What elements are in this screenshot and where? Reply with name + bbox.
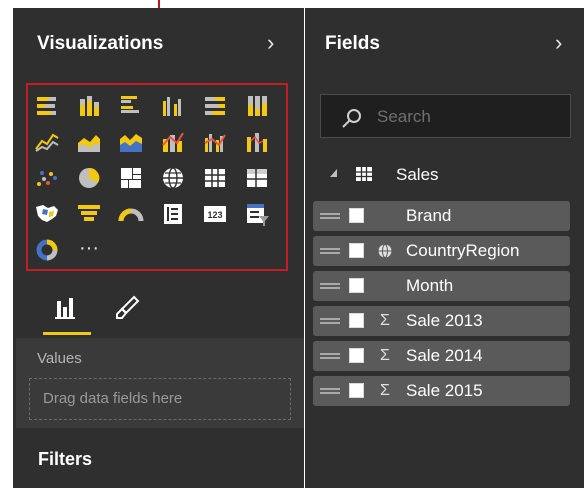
scatter-chart-icon[interactable]	[34, 165, 60, 191]
table-icon[interactable]	[202, 165, 228, 191]
drag-handle-icon[interactable]	[320, 388, 340, 394]
field-label: Brand	[406, 206, 452, 225]
sigma-icon: Σ	[380, 347, 390, 364]
field-item-sale-2013[interactable]: Σ Sale 2013	[313, 306, 570, 336]
100-stacked-column-chart-icon[interactable]	[244, 93, 270, 119]
chevron-right-icon[interactable]: ›	[555, 30, 562, 56]
values-label: Values	[37, 350, 82, 367]
field-item-sale-2015[interactable]: Σ Sale 2015	[313, 376, 570, 406]
field-item-sale-2014[interactable]: Σ Sale 2014	[313, 341, 570, 371]
field-label: Sale 2015	[406, 381, 483, 400]
table-icon	[356, 167, 372, 181]
drag-handle-icon[interactable]	[320, 318, 340, 324]
more-visuals-icon[interactable]: ···	[76, 237, 102, 263]
field-checkbox[interactable]	[349, 313, 364, 328]
field-checkbox[interactable]	[349, 243, 364, 258]
visualizations-pane: Visualizations › 123 ··· Values Drag dat…	[13, 8, 304, 488]
donut-chart-icon[interactable]	[34, 237, 60, 263]
drag-handle-icon[interactable]	[320, 248, 340, 254]
field-label: Month	[406, 276, 454, 295]
field-checkbox[interactable]	[349, 278, 364, 293]
values-dropzone[interactable]: Drag data fields here	[29, 378, 291, 420]
active-tab-indicator	[43, 332, 91, 335]
stacked-area-chart-icon[interactable]	[118, 129, 144, 155]
paintbrush-icon	[116, 295, 140, 319]
visualizations-title: Visualizations	[37, 33, 164, 54]
clustered-bar-chart-icon[interactable]	[118, 93, 144, 119]
visualization-gallery: 123 ···	[26, 83, 288, 271]
line-chart-icon[interactable]	[34, 129, 60, 155]
clustered-column-chart-icon[interactable]	[160, 93, 186, 119]
field-item-brand[interactable]: Brand	[313, 201, 570, 231]
visualizations-header: Visualizations ›	[13, 8, 304, 80]
drag-handle-icon[interactable]	[320, 353, 340, 359]
field-checkbox[interactable]	[349, 383, 364, 398]
fields-pane: Fields › Search Sales Brand CountryRegio…	[305, 8, 584, 488]
table-node-sales[interactable]: Sales	[329, 160, 569, 190]
field-checkbox[interactable]	[349, 208, 364, 223]
filled-map-icon[interactable]	[34, 201, 60, 227]
field-checkbox[interactable]	[349, 348, 364, 363]
line-and-stacked-column-chart-icon[interactable]	[160, 129, 186, 155]
dropzone-text: Drag data fields here	[43, 390, 183, 407]
filters-section[interactable]: Filters	[16, 434, 304, 488]
stacked-column-chart-icon[interactable]	[76, 93, 102, 119]
search-icon	[342, 109, 361, 128]
card-icon[interactable]: 123	[202, 201, 228, 227]
100-stacked-bar-chart-icon[interactable]	[202, 93, 228, 119]
format-tab[interactable]	[108, 289, 148, 329]
slicer-icon[interactable]	[244, 201, 270, 227]
matrix-icon[interactable]	[244, 165, 270, 191]
card-icon-text: 123	[207, 210, 222, 220]
sigma-icon: Σ	[380, 382, 390, 399]
field-item-month[interactable]: Month	[313, 271, 570, 301]
gauge-icon[interactable]	[118, 201, 144, 227]
treemap-icon[interactable]	[118, 165, 144, 191]
drag-handle-icon[interactable]	[320, 283, 340, 289]
search-placeholder: Search	[377, 107, 431, 126]
fields-tab[interactable]	[49, 289, 89, 329]
map-icon[interactable]	[160, 165, 186, 191]
funnel-icon[interactable]	[76, 201, 102, 227]
table-name: Sales	[396, 165, 439, 184]
filters-title: Filters	[38, 449, 93, 469]
chevron-right-icon[interactable]: ›	[267, 30, 274, 56]
fields-header: Fields ›	[305, 8, 584, 80]
visualization-tabs	[13, 283, 304, 335]
drag-handle-icon[interactable]	[320, 213, 340, 219]
globe-icon	[378, 244, 392, 258]
values-well: Values Drag data fields here	[16, 338, 304, 428]
search-input[interactable]: Search	[320, 94, 571, 138]
bar-chart-icon	[55, 298, 75, 319]
stacked-bar-chart-icon[interactable]	[34, 93, 60, 119]
field-label: CountryRegion	[406, 241, 520, 260]
ribbon-chart-icon[interactable]	[244, 129, 270, 155]
pie-chart-icon[interactable]	[76, 165, 102, 191]
field-label: Sale 2013	[406, 311, 483, 330]
multi-row-card-icon[interactable]	[160, 201, 186, 227]
sigma-icon: Σ	[380, 312, 390, 329]
expand-arrow-icon[interactable]	[329, 168, 339, 178]
area-chart-icon[interactable]	[76, 129, 102, 155]
line-and-clustered-column-chart-icon[interactable]	[202, 129, 228, 155]
field-label: Sale 2014	[406, 346, 483, 365]
fields-title: Fields	[325, 33, 380, 54]
field-item-countryregion[interactable]: CountryRegion	[313, 236, 570, 266]
window-edge	[0, 0, 13, 488]
